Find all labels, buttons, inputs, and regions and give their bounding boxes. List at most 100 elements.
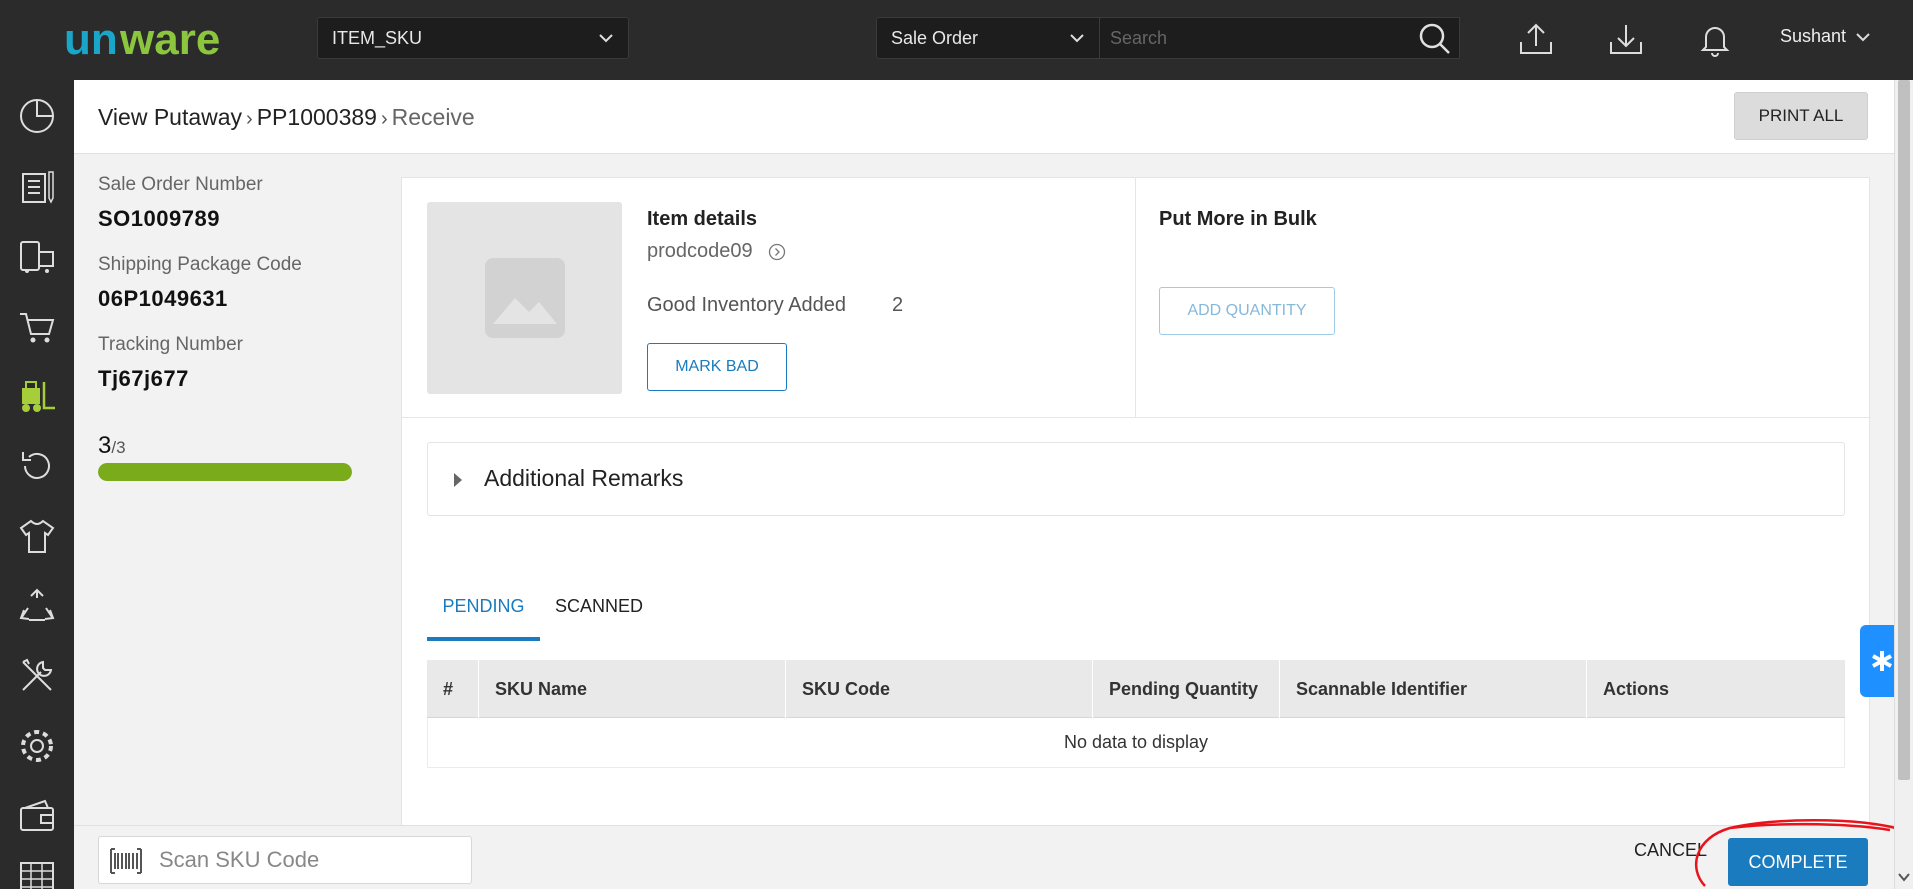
putaway-card: Item details prodcode09 Good Inventory A… — [401, 177, 1871, 827]
cart-icon — [20, 313, 55, 343]
column-header-sku-code[interactable]: SKU Code — [786, 660, 1093, 718]
progress-done: 3 — [98, 432, 112, 459]
left-nav — [0, 80, 74, 889]
item-image-placeholder — [427, 202, 622, 394]
page-header: View Putaway › PP1000389 › Receive PRINT ALL — [74, 80, 1894, 154]
progress-total: /3 — [111, 438, 126, 457]
put-more-in-bulk-title: Put More in Bulk — [1159, 208, 1317, 230]
nav-products[interactable] — [0, 501, 74, 571]
nav-orders[interactable] — [0, 151, 74, 221]
progress-bar-fill — [98, 463, 352, 481]
vertical-scrollbar[interactable] — [1894, 80, 1913, 889]
print-all-button[interactable]: PRINT ALL — [1734, 92, 1868, 140]
annotation-circle — [1695, 818, 1911, 887]
item-selector-value: ITEM_SKU — [332, 28, 423, 48]
search-type-dropdown[interactable]: Sale Order — [876, 17, 1100, 59]
caret-right-icon — [454, 473, 462, 487]
nav-wallet[interactable] — [0, 781, 74, 851]
chevron-down-icon[interactable] — [1897, 870, 1911, 884]
nav-reports[interactable] — [0, 851, 74, 889]
scan-sku-input[interactable] — [159, 843, 459, 877]
nav-dashboard[interactable] — [0, 81, 74, 151]
user-name: Sushant — [1780, 26, 1847, 46]
additional-remarks-label: Additional Remarks — [484, 465, 684, 491]
returns-icon — [22, 452, 50, 479]
nav-settings[interactable] — [0, 711, 74, 781]
good-inventory-label: Good Inventory Added — [647, 294, 847, 316]
tracking-number-value: Tj67j677 — [98, 366, 189, 391]
wallet-icon — [20, 799, 54, 831]
chevron-down-icon — [599, 34, 613, 43]
shipping-icon — [20, 241, 54, 273]
progress-count: 3/3 — [98, 432, 126, 460]
item-selector-dropdown[interactable]: ITEM_SKU — [317, 17, 629, 59]
bell-icon[interactable] — [1696, 20, 1734, 58]
shipping-package-value: 06P1049631 — [98, 286, 228, 311]
column-header-scannable-identifier[interactable]: Scannable Identifier — [1280, 660, 1587, 718]
bottom-action-bar: CANCEL COMPLETE — [74, 825, 1894, 889]
tab-scanned[interactable]: SCANNED — [555, 591, 643, 641]
table-header: # SKU Name SKU Code Pending Quantity Sca… — [427, 660, 1845, 718]
barcode-icon — [110, 848, 142, 874]
section-divider — [1135, 178, 1136, 418]
breadcrumb-current: Receive — [391, 104, 475, 130]
mark-bad-button[interactable]: MARK BAD — [647, 343, 787, 391]
nav-putaway[interactable] — [0, 361, 74, 431]
section-divider — [402, 417, 1871, 418]
help-widget-tab[interactable] — [1860, 625, 1894, 697]
column-header-actions: Actions — [1603, 679, 1670, 699]
tracking-number-label: Tracking Number — [98, 334, 244, 355]
progress-bar — [98, 463, 352, 481]
item-code-value: prodcode09 — [647, 240, 753, 262]
forklift-icon — [22, 381, 55, 412]
breadcrumb-putaway-code[interactable]: PP1000389 — [257, 104, 377, 130]
settings-icon — [21, 730, 53, 762]
chevron-right-icon: › — [246, 108, 253, 130]
column-header-index: # — [427, 660, 479, 718]
add-quantity-button[interactable]: ADD QUANTITY — [1159, 287, 1335, 335]
asterisk-icon — [1872, 651, 1892, 671]
table-empty-message: No data to display — [427, 718, 1845, 768]
sale-order-value: SO1009789 — [98, 206, 220, 231]
chevron-circle-right-icon[interactable] — [768, 243, 786, 261]
top-bar: un ware ITEM_SKU Sale Order Sushant — [0, 0, 1913, 80]
nav-shipping[interactable] — [0, 221, 74, 291]
svg-text:ware: ware — [119, 16, 220, 64]
chevron-down-icon — [1070, 34, 1084, 43]
user-menu[interactable]: Sushant — [1780, 26, 1871, 47]
nav-tools[interactable] — [0, 641, 74, 711]
svg-text:un: un — [64, 16, 118, 64]
breadcrumb: View Putaway › PP1000389 › Receive — [98, 104, 475, 131]
chevron-right-icon: › — [380, 108, 388, 130]
breadcrumb-view-putaway[interactable]: View Putaway — [98, 104, 242, 130]
shipment-info: Sale Order Number SO1009789 Shipping Pac… — [98, 174, 358, 414]
scan-sku-field[interactable] — [98, 836, 472, 884]
image-placeholder-icon — [484, 258, 565, 338]
upload-icon[interactable] — [1517, 20, 1555, 58]
search-icon[interactable] — [1418, 22, 1452, 56]
sale-order-label: Sale Order Number — [98, 174, 263, 195]
table-icon — [20, 862, 54, 889]
column-header-sku-name[interactable]: SKU Name — [479, 660, 786, 718]
shipping-package-label: Shipping Package Code — [98, 254, 302, 275]
uniware-logo[interactable]: un ware — [64, 16, 284, 64]
item-details-title: Item details — [647, 208, 758, 230]
nav-cart[interactable] — [0, 291, 74, 361]
search-type-value: Sale Order — [891, 28, 979, 48]
tab-pending[interactable]: PENDING — [427, 591, 540, 641]
tools-icon — [22, 658, 53, 691]
download-icon[interactable] — [1607, 20, 1645, 58]
nav-returns[interactable] — [0, 431, 74, 501]
recycle-icon — [19, 588, 55, 621]
nav-recycle[interactable] — [0, 571, 74, 641]
dashboard-icon — [20, 99, 54, 133]
column-header-pending-quantity[interactable]: Pending Quantity — [1093, 660, 1280, 718]
additional-remarks-panel[interactable]: Additional Remarks — [427, 442, 1845, 516]
good-inventory-value: 2 — [892, 294, 904, 316]
chevron-down-icon — [1856, 33, 1870, 42]
search-input[interactable] — [1100, 17, 1460, 59]
scrollbar-thumb[interactable] — [1898, 80, 1910, 780]
item-code: prodcode09 — [647, 240, 786, 263]
orders-icon — [22, 171, 54, 204]
shirt-icon — [19, 519, 55, 553]
